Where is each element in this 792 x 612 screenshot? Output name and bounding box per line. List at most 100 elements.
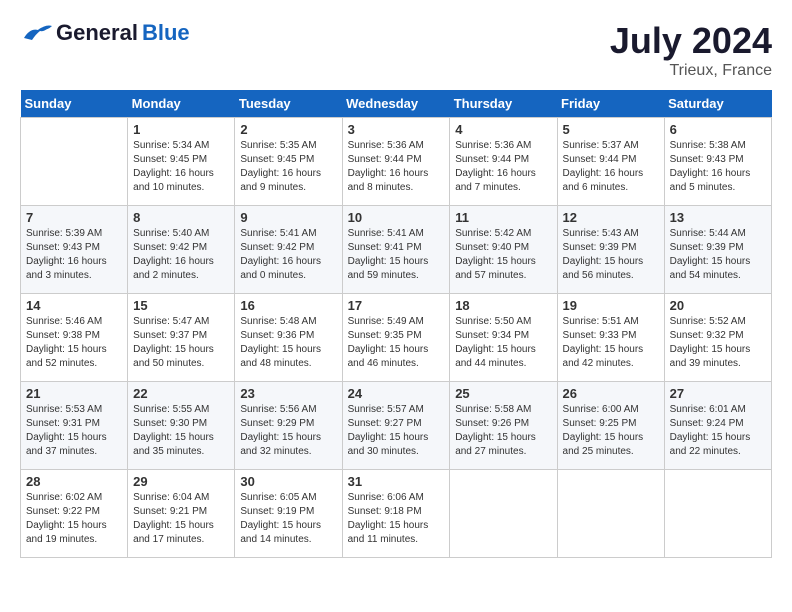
page-header: GeneralBlue July 2024 Trieux, France — [20, 20, 772, 80]
day-number: 31 — [348, 474, 445, 489]
calendar-cell: 18 Sunrise: 5:50 AMSunset: 9:34 PMDayligh… — [450, 294, 557, 382]
weekday-header-row: SundayMondayTuesdayWednesdayThursdayFrid… — [21, 90, 772, 118]
day-number: 25 — [455, 386, 551, 401]
calendar-cell: 6 Sunrise: 5:38 AMSunset: 9:43 PMDaylight… — [664, 118, 771, 206]
calendar-cell: 31Sunrise: 6:06 AMSunset: 9:18 PMDayligh… — [342, 470, 450, 558]
calendar-cell: 5 Sunrise: 5:37 AMSunset: 9:44 PMDaylight… — [557, 118, 664, 206]
day-number: 17 — [348, 298, 445, 313]
day-info: Sunrise: 5:35 AMSunset: 9:45 PMDaylight:… — [240, 139, 336, 195]
day-info: Sunrise: 6:05 AMSunset: 9:19 PMDaylight:… — [240, 491, 336, 547]
calendar-cell: 26Sunrise: 6:00 AMSunset: 9:25 PMDayligh… — [557, 382, 664, 470]
calendar-cell: 10Sunrise: 5:41 AMSunset: 9:41 PMDayligh… — [342, 206, 450, 294]
calendar-table: SundayMondayTuesdayWednesdayThursdayFrid… — [20, 90, 772, 558]
day-number: 28 — [26, 474, 122, 489]
calendar-cell: 20 Sunrise: 5:52 AMSunset: 9:32 PMDayligh… — [664, 294, 771, 382]
day-number: 9 — [240, 210, 336, 225]
day-number: 20 — [670, 298, 766, 313]
weekday-header-friday: Friday — [557, 90, 664, 118]
calendar-cell: 16 Sunrise: 5:48 AMSunset: 9:36 PMDayligh… — [235, 294, 342, 382]
title-block: July 2024 Trieux, France — [610, 20, 772, 80]
day-info: Sunrise: 5:47 AMSunset: 9:37 PMDaylight:… — [133, 315, 229, 371]
day-info: Sunrise: 5:43 AMSunset: 9:39 PMDaylight:… — [563, 227, 659, 283]
calendar-cell: 30 Sunrise: 6:05 AMSunset: 9:19 PMDayligh… — [235, 470, 342, 558]
calendar-week-row: 1 Sunrise: 5:34 AMSunset: 9:45 PMDaylight… — [21, 118, 772, 206]
day-number: 11 — [455, 210, 551, 225]
calendar-cell: 27 Sunrise: 6:01 AMSunset: 9:24 PMDayligh… — [664, 382, 771, 470]
day-number: 29 — [133, 474, 229, 489]
day-info: Sunrise: 5:51 AMSunset: 9:33 PMDaylight:… — [563, 315, 659, 371]
day-info: Sunrise: 5:55 AMSunset: 9:30 PMDaylight:… — [133, 403, 229, 459]
logo-blue-text: Blue — [142, 20, 190, 46]
day-number: 30 — [240, 474, 336, 489]
calendar-cell: 2 Sunrise: 5:35 AMSunset: 9:45 PMDaylight… — [235, 118, 342, 206]
day-info: Sunrise: 5:36 AMSunset: 9:44 PMDaylight:… — [455, 139, 551, 195]
calendar-cell: 14 Sunrise: 5:46 AMSunset: 9:38 PMDayligh… — [21, 294, 128, 382]
location-subtitle: Trieux, France — [610, 62, 772, 80]
calendar-cell: 8 Sunrise: 5:40 AMSunset: 9:42 PMDaylight… — [128, 206, 235, 294]
day-info: Sunrise: 6:04 AMSunset: 9:21 PMDaylight:… — [133, 491, 229, 547]
month-year-title: July 2024 — [610, 20, 772, 62]
day-number: 27 — [670, 386, 766, 401]
calendar-cell: 15Sunrise: 5:47 AMSunset: 9:37 PMDayligh… — [128, 294, 235, 382]
day-number: 23 — [240, 386, 336, 401]
day-info: Sunrise: 6:01 AMSunset: 9:24 PMDaylight:… — [670, 403, 766, 459]
day-info: Sunrise: 5:50 AMSunset: 9:34 PMDaylight:… — [455, 315, 551, 371]
day-info: Sunrise: 5:37 AMSunset: 9:44 PMDaylight:… — [563, 139, 659, 195]
day-number: 18 — [455, 298, 551, 313]
day-info: Sunrise: 5:42 AMSunset: 9:40 PMDaylight:… — [455, 227, 551, 283]
weekday-header-thursday: Thursday — [450, 90, 557, 118]
calendar-cell: 17Sunrise: 5:49 AMSunset: 9:35 PMDayligh… — [342, 294, 450, 382]
day-info: Sunrise: 5:52 AMSunset: 9:32 PMDaylight:… — [670, 315, 766, 371]
logo-bird-icon — [20, 20, 52, 46]
day-info: Sunrise: 6:02 AMSunset: 9:22 PMDaylight:… — [26, 491, 122, 547]
weekday-header-tuesday: Tuesday — [235, 90, 342, 118]
day-info: Sunrise: 5:44 AMSunset: 9:39 PMDaylight:… — [670, 227, 766, 283]
day-number: 1 — [133, 122, 229, 137]
day-info: Sunrise: 5:34 AMSunset: 9:45 PMDaylight:… — [133, 139, 229, 195]
calendar-cell — [21, 118, 128, 206]
calendar-cell: 12 Sunrise: 5:43 AMSunset: 9:39 PMDayligh… — [557, 206, 664, 294]
day-info: Sunrise: 5:38 AMSunset: 9:43 PMDaylight:… — [670, 139, 766, 195]
calendar-week-row: 28 Sunrise: 6:02 AMSunset: 9:22 PMDayligh… — [21, 470, 772, 558]
calendar-cell: 11 Sunrise: 5:42 AMSunset: 9:40 PMDayligh… — [450, 206, 557, 294]
calendar-cell: 24Sunrise: 5:57 AMSunset: 9:27 PMDayligh… — [342, 382, 450, 470]
weekday-header-sunday: Sunday — [21, 90, 128, 118]
day-number: 26 — [563, 386, 659, 401]
calendar-cell: 9Sunrise: 5:41 AMSunset: 9:42 PMDaylight… — [235, 206, 342, 294]
calendar-cell — [664, 470, 771, 558]
day-number: 4 — [455, 122, 551, 137]
day-info: Sunrise: 5:53 AMSunset: 9:31 PMDaylight:… — [26, 403, 122, 459]
day-info: Sunrise: 5:40 AMSunset: 9:42 PMDaylight:… — [133, 227, 229, 283]
calendar-cell: 25Sunrise: 5:58 AMSunset: 9:26 PMDayligh… — [450, 382, 557, 470]
calendar-cell: 1 Sunrise: 5:34 AMSunset: 9:45 PMDaylight… — [128, 118, 235, 206]
day-info: Sunrise: 5:46 AMSunset: 9:38 PMDaylight:… — [26, 315, 122, 371]
day-number: 5 — [563, 122, 659, 137]
day-info: Sunrise: 5:48 AMSunset: 9:36 PMDaylight:… — [240, 315, 336, 371]
calendar-cell: 22 Sunrise: 5:55 AMSunset: 9:30 PMDayligh… — [128, 382, 235, 470]
day-number: 22 — [133, 386, 229, 401]
calendar-cell: 19Sunrise: 5:51 AMSunset: 9:33 PMDayligh… — [557, 294, 664, 382]
day-info: Sunrise: 5:57 AMSunset: 9:27 PMDaylight:… — [348, 403, 445, 459]
day-number: 14 — [26, 298, 122, 313]
calendar-cell — [450, 470, 557, 558]
calendar-cell: 23Sunrise: 5:56 AMSunset: 9:29 PMDayligh… — [235, 382, 342, 470]
day-number: 16 — [240, 298, 336, 313]
day-info: Sunrise: 5:36 AMSunset: 9:44 PMDaylight:… — [348, 139, 445, 195]
day-number: 13 — [670, 210, 766, 225]
calendar-cell: 29 Sunrise: 6:04 AMSunset: 9:21 PMDayligh… — [128, 470, 235, 558]
day-number: 12 — [563, 210, 659, 225]
calendar-cell — [557, 470, 664, 558]
logo: GeneralBlue — [20, 20, 190, 46]
calendar-cell: 28 Sunrise: 6:02 AMSunset: 9:22 PMDayligh… — [21, 470, 128, 558]
calendar-cell: 7 Sunrise: 5:39 AMSunset: 9:43 PMDaylight… — [21, 206, 128, 294]
calendar-cell: 4 Sunrise: 5:36 AMSunset: 9:44 PMDaylight… — [450, 118, 557, 206]
day-number: 8 — [133, 210, 229, 225]
calendar-cell: 13 Sunrise: 5:44 AMSunset: 9:39 PMDayligh… — [664, 206, 771, 294]
day-info: Sunrise: 5:39 AMSunset: 9:43 PMDaylight:… — [26, 227, 122, 283]
logo-general-text: General — [56, 20, 138, 46]
calendar-week-row: 7 Sunrise: 5:39 AMSunset: 9:43 PMDaylight… — [21, 206, 772, 294]
day-number: 2 — [240, 122, 336, 137]
weekday-header-monday: Monday — [128, 90, 235, 118]
day-number: 7 — [26, 210, 122, 225]
day-number: 6 — [670, 122, 766, 137]
